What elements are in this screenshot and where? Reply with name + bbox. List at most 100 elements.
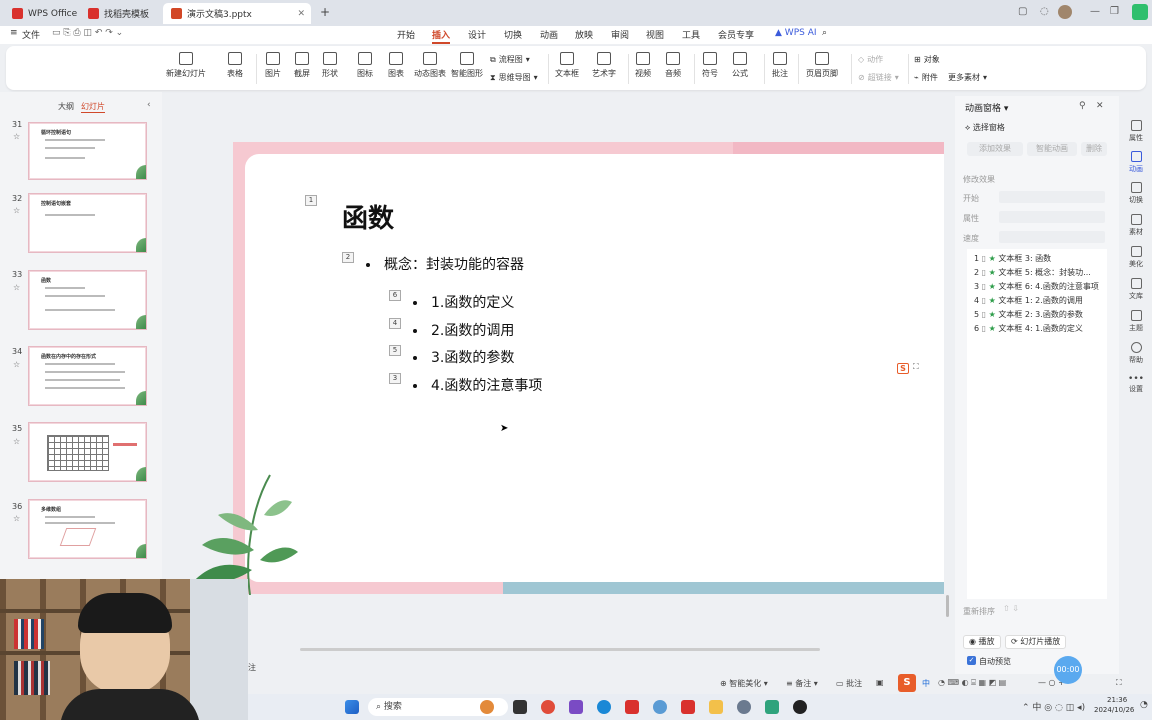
item-bullet[interactable]: 3.函数的参数 [413,347,514,367]
ime-mode[interactable]: 中 [922,678,930,689]
animation-list-item[interactable]: 2 ▯ ★ 文本框 5: 概念：封装功... [974,267,1091,278]
table-button[interactable]: 表格 [227,52,243,79]
menu-transition[interactable]: 切换 [504,28,522,41]
property-select[interactable] [999,211,1105,223]
slideshow-play-button[interactable]: ⟳ 幻灯片播放 [1005,635,1067,649]
wordart-button[interactable]: 艺术字 [592,52,616,79]
sidebar-transition[interactable]: 切换 [1120,182,1152,205]
new-slide-button[interactable]: 新建幻灯片 [166,52,206,79]
avatar[interactable] [1058,5,1072,19]
anim-tag[interactable]: 4 [389,318,401,329]
collapse-pane-icon[interactable]: ‹ [147,100,151,110]
anim-tag[interactable]: 1 [305,195,317,206]
sogou-ime-icon[interactable]: S [897,363,909,374]
pycharm-icon[interactable] [765,700,779,714]
editor-scrollbar[interactable] [946,595,949,617]
sidebar-help[interactable]: 帮助 [1120,342,1152,365]
visual-studio-icon[interactable] [569,700,583,714]
ime-toolbar[interactable]: ◔ ⌨ ◐ ⌸ ▦ ◩ ▤ [938,678,1006,688]
tab-slides[interactable]: 幻灯片 [81,101,105,113]
animation-list-item[interactable]: 4 ▯ ★ 文本框 1: 2.函数的调用 [974,295,1083,306]
menu-slideshow[interactable]: 放映 [575,28,593,41]
editor-horizontal-scrollbar[interactable] [300,648,820,651]
anim-tag[interactable]: 5 [389,345,401,356]
symbol-button[interactable]: 符号 [702,52,718,79]
delete-button[interactable]: 删除 [1081,142,1107,156]
mindmap-button[interactable]: ⧗ 思维导图 ▾ [490,72,538,83]
notification-icon[interactable]: ◔ [1140,700,1148,710]
close-tab-icon[interactable]: ✕ [297,9,305,19]
textbox-button[interactable]: 文本框 [555,52,579,79]
video-button[interactable]: 视频 [635,52,651,79]
taskbar-date[interactable]: 2024/10/26 [1094,706,1134,714]
qq-icon[interactable] [793,700,807,714]
wps-ai-button[interactable]: ▲ WPS AI [775,28,817,38]
tab-outline[interactable]: 大纲 [58,101,74,112]
app-icon[interactable] [653,700,667,714]
start-select[interactable] [999,191,1105,203]
animation-list-item[interactable]: 6 ▯ ★ 文本框 4: 1.函数的定义 [974,323,1083,334]
menu-home[interactable]: 开始 [397,28,415,41]
file-explorer-icon[interactable] [709,700,723,714]
menu-member[interactable]: 会员专享 [718,28,754,41]
taskbar-time[interactable]: 21:36 [1107,696,1127,704]
anim-tag[interactable]: 6 [389,290,401,301]
more-materials-button[interactable]: 更多素材 ▾ [948,72,987,83]
sidebar-settings[interactable]: ••• 设置 [1120,374,1152,394]
maximize-icon[interactable]: ❐ [1110,6,1119,17]
animation-list-item[interactable]: 1 ▯ ★ 文本框 3: 函数 [974,253,1051,264]
sidebar-materials[interactable]: 素材 [1120,214,1152,237]
notes-button[interactable]: ≡ 备注 ▾ [786,678,818,689]
anim-pane-title[interactable]: 动画窗格 ▾ [965,101,1008,114]
speed-select[interactable] [999,231,1105,243]
skin-icon[interactable]: ◌ [1040,6,1049,17]
slide-thumbnail-31[interactable]: 循环控制语句 [28,122,147,180]
smart-beautify-button[interactable]: ⊕ 智能美化 ▾ [720,678,768,689]
action-button[interactable]: ◇ 动作 [858,54,883,65]
tray-icons[interactable]: ⌃ 中 ◎ ◌ ◫ ◂) [1022,700,1085,713]
tab-wps-office[interactable]: WPS Office [4,3,85,24]
sidebar-library[interactable]: 文库 [1120,278,1152,301]
chrome-icon[interactable] [541,700,555,714]
menu-insert[interactable]: 插入 [432,28,451,44]
fit-window-icon[interactable]: ⛶ [1116,678,1122,688]
shape-button[interactable]: 形状 [322,52,338,79]
autopreview-checkbox[interactable]: ✓ [967,656,976,665]
menu-view[interactable]: 视图 [646,28,664,41]
tab-presentation[interactable]: 演示文稿3.pptx ✕ [163,3,311,24]
sidebar-beautify[interactable]: 美化 [1120,246,1152,269]
formula-button[interactable]: 公式 [732,52,748,79]
window-layout-icon[interactable]: ▢ [1018,6,1027,17]
new-tab-button[interactable]: + [320,5,330,19]
weather-icon[interactable] [480,700,494,714]
minimize-icon[interactable]: — [1090,6,1100,17]
slide-thumbnail-36[interactable]: 多维数组 [28,499,147,559]
comment-button[interactable]: 批注 [772,52,788,79]
sogou-ime-icon[interactable]: S [898,674,916,692]
task-view-icon[interactable] [513,700,527,714]
slide-thumbnail-34[interactable]: 函数在内存中的存在形式 [28,346,147,406]
attachment-button[interactable]: ⌁ 附件 [914,72,938,83]
add-effect-button[interactable]: 添加效果 [967,142,1023,156]
normal-view-icon[interactable]: ▣ [876,678,884,687]
item-bullet[interactable]: 1.函数的定义 [413,292,514,312]
menu-review[interactable]: 审阅 [611,28,629,41]
edge-icon[interactable] [597,700,611,714]
wps-icon[interactable] [625,700,639,714]
slide-thumbnail-33[interactable]: 函数 [28,270,147,330]
header-footer-button[interactable]: 页眉页脚 [806,52,838,79]
sidebar-theme[interactable]: 主题 [1120,310,1152,333]
audio-button[interactable]: 音频 [665,52,681,79]
dynamic-chart-button[interactable]: 动态图表 [414,52,446,79]
anim-tag[interactable]: 2 [342,252,354,263]
sidebar-properties[interactable]: 属性 [1120,120,1152,143]
reorder-arrows-icon[interactable]: ⇧ ⇩ [1003,604,1019,613]
tab-docer-template[interactable]: 找稻壳模板 [80,3,157,24]
slide-title[interactable]: 函数 [342,198,394,235]
item-bullet[interactable]: 2.函数的调用 [413,320,514,340]
slide-thumbnail-32[interactable]: 控制语句嵌套 [28,193,147,253]
recording-timer[interactable]: 00:00 [1054,656,1082,684]
smart-art-button[interactable]: 智能图形 [451,52,483,79]
windows-start-icon[interactable] [345,700,359,714]
flowchart-button[interactable]: ⧉ 流程图 ▾ [490,54,530,65]
